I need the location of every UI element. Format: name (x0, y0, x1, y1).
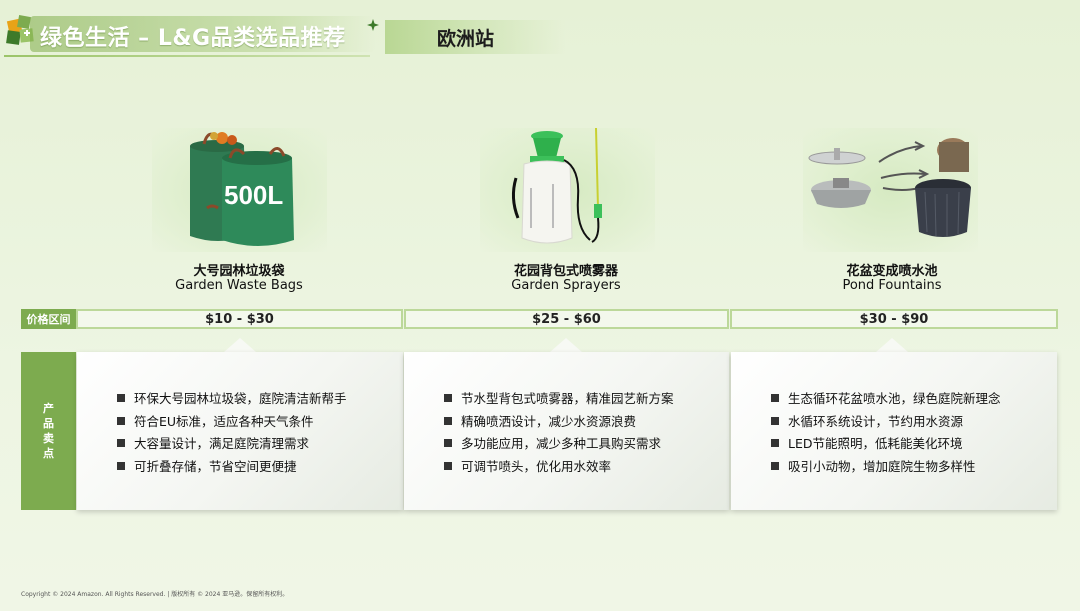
product-name-cn: 花园背包式喷雾器 (513, 264, 618, 279)
selling-points-card: 生态循环花盆喷水池，绿色庭院新理念 水循环系统设计，节约用水资源 LED节能照明… (731, 352, 1057, 510)
selling-point-item: 大容量设计，满足庭院清理需求 (117, 433, 403, 456)
bullet-icon (117, 439, 125, 447)
selling-points-card: 节水型背包式喷雾器，精准园艺新方案 精确喷洒设计，减少水资源浪费 多功能应用，减… (404, 352, 729, 510)
card-pointer (876, 338, 908, 352)
selling-point-item: 可折叠存储，节省空间更便捷 (117, 456, 403, 479)
selling-point-item: 吸引小动物，增加庭院生物多样性 (771, 456, 1057, 479)
bullet-icon (444, 394, 452, 402)
card-pointer (224, 338, 256, 352)
selling-point-item: 水循环系统设计，节约用水资源 (771, 411, 1057, 434)
bullet-icon (771, 461, 779, 470)
bullet-icon (444, 461, 452, 470)
title-underline (4, 55, 370, 57)
selling-points-card: 环保大号园林垃圾袋，庭院清洁新帮手 符合EU标准，适应各种天气条件 大容量设计，… (77, 352, 403, 510)
pond-fountain-image (803, 128, 978, 252)
selling-point-item: 符合EU标准，适应各种天气条件 (117, 411, 403, 434)
bullet-icon (771, 416, 779, 425)
garden-waste-bags-image: 500L (152, 128, 327, 252)
card-pointer (550, 338, 582, 352)
product-name-en: Pond Fountains (842, 278, 942, 293)
selling-points-label: 产 品 卖 点 (21, 352, 76, 510)
price-range-label: 价格区间 (21, 309, 76, 329)
selling-point-item: 精确喷洒设计，减少水资源浪费 (444, 411, 729, 434)
product-name-en: Garden Sprayers (511, 278, 621, 293)
bullet-icon (771, 394, 779, 402)
price-cell: $25 - $60 (404, 309, 729, 329)
product-name-cn: 大号园林垃圾袋 (193, 264, 285, 279)
bullet-icon (117, 461, 125, 470)
selling-point-item: LED节能照明，低耗能美化环境 (771, 433, 1057, 456)
selling-point-item: 生态循环花盆喷水池，绿色庭院新理念 (771, 388, 1057, 411)
garden-sprayer-image (480, 128, 655, 252)
capacity-badge: 500L (224, 180, 283, 210)
selling-point-item: 节水型背包式喷雾器，精准园艺新方案 (444, 388, 729, 411)
selling-point-item: 多功能应用，减少多种工具购买需求 (444, 433, 729, 456)
slide-page: 绿色生活 – L&G品类选品推荐 欧洲站 500L 大号园林垃圾袋 Garden… (0, 0, 1080, 611)
price-cell: $30 - $90 (730, 309, 1058, 329)
bullet-icon (444, 439, 452, 447)
bullet-icon (771, 439, 779, 447)
copyright-footer: Copyright © 2024 Amazon. All Rights Rese… (21, 591, 289, 598)
station-label: 欧洲站 (437, 28, 495, 50)
bullet-icon (444, 416, 452, 425)
selling-point-item: 可调节喷头，优化用水效率 (444, 456, 729, 479)
page-title: 绿色生活 – L&G品类选品推荐 (40, 26, 346, 51)
bullet-icon (117, 394, 125, 402)
price-cell: $10 - $30 (76, 309, 403, 329)
product-name-en: Garden Waste Bags (175, 278, 303, 293)
clover-icon (367, 19, 379, 31)
product-name-cn: 花盆变成喷水池 (846, 264, 938, 279)
bullet-icon (117, 416, 125, 425)
selling-point-item: 环保大号园林垃圾袋，庭院清洁新帮手 (117, 388, 403, 411)
